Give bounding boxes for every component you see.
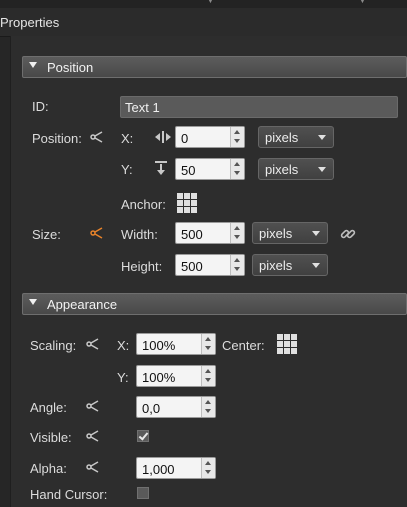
scaling-y-input[interactable]: 100% — [136, 365, 216, 387]
scaling-y-value: 100% — [142, 370, 176, 385]
alpha-label: Alpha: — [30, 461, 67, 476]
x-label: X: — [121, 131, 134, 146]
scaling-x-label: X: — [117, 338, 130, 353]
stepper[interactable] — [201, 397, 215, 417]
id-value: Text 1 — [125, 100, 160, 115]
y-label: Y: — [121, 162, 133, 177]
stepper[interactable] — [201, 458, 215, 478]
unit-value: pixels — [265, 130, 299, 145]
stepper[interactable] — [201, 334, 215, 354]
chevron-down-icon[interactable]: ▼ — [358, 0, 367, 5]
visible-label: Visible: — [30, 430, 72, 445]
center-label: Center: — [222, 338, 265, 353]
width-input[interactable]: 500 — [175, 222, 245, 244]
id-label: ID: — [32, 99, 49, 114]
alpha-input[interactable]: 1,000 — [136, 457, 216, 479]
unit-value: pixels — [259, 258, 293, 273]
width-value: 500 — [181, 227, 203, 242]
hand-cursor-checkbox[interactable] — [137, 487, 149, 499]
share-link-icon[interactable] — [84, 336, 102, 352]
position-y-unit-select[interactable]: pixels — [258, 158, 334, 180]
stepper[interactable] — [230, 159, 244, 179]
height-label: Height: — [121, 259, 163, 274]
center-grid[interactable] — [277, 334, 297, 354]
top-strip: ▼ ▼ — [0, 0, 407, 8]
width-label: Width: — [121, 227, 158, 242]
position-x-input[interactable]: 0 — [175, 126, 245, 148]
size-label: Size: — [32, 227, 61, 242]
section-title: Appearance — [47, 297, 118, 312]
disclosure-triangle-icon[interactable] — [29, 62, 37, 68]
properties-header: Properties — [0, 8, 407, 37]
alpha-value: 1,000 — [142, 462, 175, 477]
chain-link-icon[interactable] — [339, 225, 357, 243]
height-input[interactable]: 500 — [175, 254, 245, 276]
panel-title: Properties — [0, 15, 60, 30]
angle-input[interactable]: 0,0 — [136, 396, 216, 418]
section-title: Position — [47, 60, 94, 75]
visible-checkbox[interactable] — [137, 430, 149, 442]
height-unit-select[interactable]: pixels — [252, 254, 328, 276]
disclosure-triangle-icon[interactable] — [29, 299, 37, 305]
appearance-section-header[interactable]: Appearance — [22, 293, 407, 315]
scaling-x-value: 100% — [142, 338, 176, 353]
chevron-down-icon — [318, 167, 326, 172]
angle-value: 0,0 — [142, 401, 161, 416]
stepper[interactable] — [230, 127, 244, 147]
chevron-down-icon — [312, 231, 320, 236]
position-x-unit-select[interactable]: pixels — [258, 126, 334, 148]
position-y-input[interactable]: 50 — [175, 158, 245, 180]
share-link-icon[interactable] — [84, 398, 102, 414]
anchor-label: Anchor: — [121, 197, 166, 212]
vertical-align-icon — [155, 161, 167, 175]
hand-cursor-label: Hand Cursor: — [30, 487, 108, 502]
scaling-label: Scaling: — [30, 338, 77, 353]
share-link-icon[interactable] — [88, 129, 106, 145]
position-label: Position: — [32, 131, 82, 146]
share-link-icon[interactable] — [88, 225, 106, 241]
scaling-y-label: Y: — [117, 370, 129, 385]
chevron-down-icon — [312, 263, 320, 268]
stepper[interactable] — [201, 366, 215, 386]
angle-label: Angle: — [30, 400, 67, 415]
id-field[interactable]: Text 1 — [120, 96, 398, 118]
unit-value: pixels — [265, 162, 299, 177]
unit-value: pixels — [259, 226, 293, 241]
chevron-down-icon[interactable]: ▼ — [206, 0, 215, 5]
position-y-value: 50 — [181, 163, 196, 178]
share-link-icon[interactable] — [84, 428, 102, 444]
share-link-icon[interactable] — [84, 459, 102, 475]
position-x-value: 0 — [181, 131, 189, 146]
width-unit-select[interactable]: pixels — [252, 222, 328, 244]
height-value: 500 — [181, 259, 203, 274]
horizontal-align-icon — [155, 131, 171, 143]
stepper[interactable] — [230, 223, 244, 243]
position-section-header[interactable]: Position — [22, 56, 407, 78]
chevron-down-icon — [318, 135, 326, 140]
stepper[interactable] — [230, 255, 244, 275]
anchor-grid[interactable] — [177, 193, 197, 213]
scaling-x-input[interactable]: 100% — [136, 333, 216, 355]
